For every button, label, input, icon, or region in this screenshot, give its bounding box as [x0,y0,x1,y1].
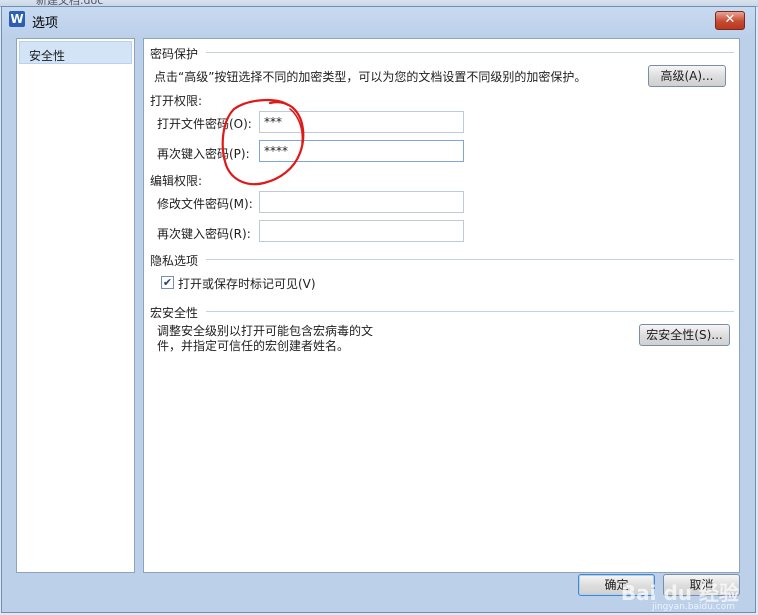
dialog-title: 选项 [32,16,59,31]
modify-confirm-input[interactable] [259,220,464,242]
privacy-section-title: 隐私选项 [150,254,199,268]
open-permission-title: 打开权限: [150,94,203,108]
advanced-button[interactable]: 高级(A)... [648,65,726,87]
mark-visible-checkbox[interactable]: ✔ [161,276,174,289]
title-bar[interactable]: W 选项 ✕ [2,7,755,33]
close-button[interactable]: ✕ [715,11,745,30]
edit-permission-title: 编辑权限: [150,174,203,188]
section-divider [206,311,734,312]
password-section-title: 密码保护 [150,47,199,61]
wps-writer-icon: W [9,11,25,27]
modify-password-label: 修改文件密码(M): [157,197,253,211]
sidebar-item-security[interactable]: 安全性 [19,41,132,64]
options-dialog: W 选项 ✕ 安全性 密码保护 点击“高级”按钮选择不同的加密类型，可以为您的文… [1,6,756,613]
macro-description-line2: 件，并指定可信任的宏创建者姓名。 [157,339,350,353]
modify-confirm-label: 再次键入密码(R): [157,227,251,241]
mark-visible-label: 打开或保存时标记可见(V) [178,277,316,291]
macro-security-button[interactable]: 宏安全性(S)... [639,324,730,346]
baidu-watermark-url: jingyan.baidu.com [651,602,735,612]
category-sidebar: 安全性 [16,38,135,573]
section-divider [206,52,734,53]
modify-password-input[interactable] [259,191,464,213]
security-panel: 密码保护 点击“高级”按钮选择不同的加密类型，可以为您的文档设置不同级别的加密保… [143,38,740,573]
password-description: 点击“高级”按钮选择不同的加密类型，可以为您的文档设置不同级别的加密保护。 [154,70,587,84]
annotation-circle [221,99,305,186]
section-divider [206,259,734,260]
macro-section-title: 宏安全性 [150,306,199,320]
